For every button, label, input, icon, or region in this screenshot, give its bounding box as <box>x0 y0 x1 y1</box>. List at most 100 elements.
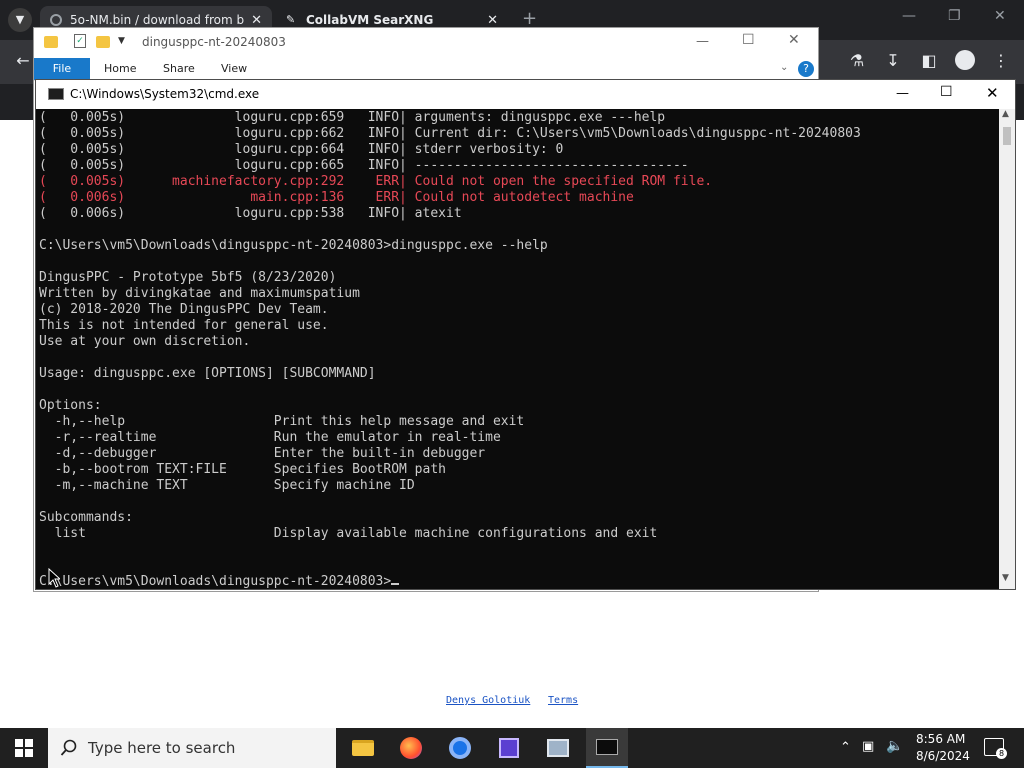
quick-access-dropdown-icon[interactable]: ▼ <box>118 36 125 46</box>
download-icon[interactable]: ↧ <box>882 50 904 72</box>
explorer-titlebar: ✓ ▼ dingusppc-nt-20240803 — ☐ ✕ <box>34 28 818 58</box>
plus-icon: + <box>522 8 538 29</box>
window-app-icon <box>547 739 569 757</box>
terminal-line: -d,--debugger Enter the built-in debugge… <box>39 446 486 461</box>
start-button[interactable] <box>0 728 48 768</box>
terminal-line: Subcommands: <box>39 510 133 525</box>
explorer-maximize-button[interactable]: ☐ <box>742 32 755 48</box>
terminal-line: ( 0.005s) loguru.cpp:664 INFO| stderr ve… <box>39 142 564 157</box>
console-app-icon <box>48 88 64 100</box>
ribbon-tab-home[interactable]: Home <box>104 62 136 75</box>
labs-flask-icon[interactable]: ⚗ <box>846 50 868 72</box>
tab-favicon-icon <box>50 14 62 26</box>
cmd-window: C:\Windows\System32\cmd.exe — ☐ ✕ ( 0.00… <box>35 79 1016 590</box>
taskbar-cmd[interactable] <box>586 728 628 768</box>
mouse-cursor-icon <box>48 568 60 588</box>
taskbar-file-explorer[interactable] <box>342 732 384 764</box>
taskbar-app-chip[interactable] <box>488 732 530 764</box>
profile-avatar-icon[interactable] <box>954 50 976 72</box>
close-icon[interactable]: ✕ <box>487 13 498 28</box>
scroll-up-icon[interactable]: ▲ <box>1002 109 1009 119</box>
chevron-down-icon[interactable]: ⌄ <box>780 62 788 73</box>
tab-favicon-icon: ✎ <box>286 13 296 26</box>
terminal-line: -m,--machine TEXT Specify machine ID <box>39 478 415 493</box>
terminal-line: -h,--help Print this help message and ex… <box>39 414 525 429</box>
terminal-line: Written by divingkatae and maximumspatiu… <box>39 286 360 301</box>
close-icon[interactable]: ✕ <box>251 13 262 28</box>
firefox-icon <box>400 737 422 759</box>
cmd-close-button[interactable]: ✕ <box>986 84 999 102</box>
explorer-close-button[interactable]: ✕ <box>788 32 800 48</box>
network-icon[interactable]: ▣ <box>862 739 874 754</box>
taskbar-chrome[interactable] <box>439 732 481 764</box>
browser-close-button[interactable]: ✕ <box>994 8 1006 24</box>
checkbox-icon[interactable]: ✓ <box>74 34 86 48</box>
terminal-output[interactable]: ( 0.005s) loguru.cpp:659 INFO| arguments… <box>39 110 999 590</box>
terminal-line: This is not intended for general use. <box>39 318 329 333</box>
volume-muted-icon[interactable]: 🔈 <box>886 738 903 754</box>
folder-icon[interactable] <box>96 36 110 48</box>
taskbar: Type here to search ⌃ ▣ 🔈 8:56 AM 8/6/20… <box>0 728 1024 768</box>
terminal-prompt: C:\Users\vm5\Downloads\dingusppc-nt-2024… <box>39 574 392 589</box>
explorer-ribbon: File Home Share View ⌄ ? <box>34 58 818 81</box>
browser-tab-title: 5o-NM.bin / download from b <box>70 13 245 27</box>
chevron-up-icon[interactable]: ⌃ <box>840 740 851 755</box>
cmd-maximize-button[interactable]: ☐ <box>940 84 953 100</box>
terminal-line: C:\Users\vm5\Downloads\dingusppc-nt-2024… <box>39 238 548 253</box>
folder-icon <box>44 36 58 48</box>
browser-restore-button[interactable]: ❐ <box>948 8 961 24</box>
cmd-titlebar: C:\Windows\System32\cmd.exe — ☐ ✕ <box>36 80 1015 109</box>
taskbar-search-box[interactable]: Type here to search <box>48 728 336 768</box>
terminal-error-line: ( 0.006s) main.cpp:136 ERR| Could not au… <box>39 190 634 205</box>
terminal-line: -b,--bootrom TEXT:FILE Specifies BootROM… <box>39 462 446 477</box>
notification-count-badge: 8 <box>996 748 1007 759</box>
side-panel-icon[interactable]: ◧ <box>918 50 940 72</box>
help-icon[interactable]: ? <box>798 61 814 77</box>
search-icon <box>60 739 77 756</box>
terminal-line: ( 0.005s) loguru.cpp:665 INFO| ---------… <box>39 158 689 173</box>
clock-time[interactable]: 8:56 AM <box>916 732 965 746</box>
terminal-line: Usage: dingusppc.exe [OPTIONS] [SUBCOMMA… <box>39 366 376 381</box>
notification-center-button[interactable]: 8 <box>984 738 1007 759</box>
console-app-icon <box>596 739 618 755</box>
clock-date[interactable]: 8/6/2024 <box>916 749 970 763</box>
terminal-prompt-line[interactable]: C:\Users\vm5\Downloads\dingusppc-nt-2024… <box>39 574 999 590</box>
scrollbar-thumb[interactable] <box>1003 127 1011 145</box>
windows-logo-icon <box>15 739 33 757</box>
terms-link[interactable]: Terms <box>548 695 578 706</box>
more-menu-icon[interactable]: ⋮ <box>990 50 1012 72</box>
browser-minimize-button[interactable]: — <box>902 8 916 24</box>
terminal-line: -r,--realtime Run the emulator in real-t… <box>39 430 501 445</box>
ribbon-tab-file[interactable]: File <box>34 58 90 80</box>
terminal-line: Options: <box>39 398 102 413</box>
explorer-minimize-button[interactable]: — <box>696 34 709 49</box>
cmd-scrollbar[interactable]: ▲ ▼ <box>999 109 1015 589</box>
cmd-title: C:\Windows\System32\cmd.exe <box>70 87 260 101</box>
terminal-line: ( 0.005s) loguru.cpp:662 INFO| Current d… <box>39 126 861 141</box>
chevron-down-icon: ▼ <box>15 13 25 26</box>
ribbon-tab-view[interactable]: View <box>221 62 247 75</box>
taskbar-app-window[interactable] <box>537 732 579 764</box>
terminal-line: list Display available machine configura… <box>39 526 658 541</box>
explorer-title: dingusppc-nt-20240803 <box>142 35 286 49</box>
scroll-down-icon[interactable]: ▼ <box>1002 573 1009 583</box>
browser-tab-title: CollabVM SearXNG <box>306 13 434 27</box>
ribbon-tab-share[interactable]: Share <box>163 62 195 75</box>
back-arrow-icon[interactable]: ← <box>12 50 34 72</box>
author-link[interactable]: Denys Golotiuk <box>446 695 530 706</box>
text-cursor <box>391 583 400 585</box>
cmd-minimize-button[interactable]: — <box>896 86 909 101</box>
terminal-line: ( 0.006s) loguru.cpp:538 INFO| atexit <box>39 206 462 221</box>
folder-icon <box>352 740 374 756</box>
search-placeholder: Type here to search <box>88 739 236 757</box>
tab-search-button[interactable]: ▼ <box>8 8 32 32</box>
new-tab-button[interactable]: + <box>522 8 537 29</box>
taskbar-firefox[interactable] <box>390 732 432 764</box>
